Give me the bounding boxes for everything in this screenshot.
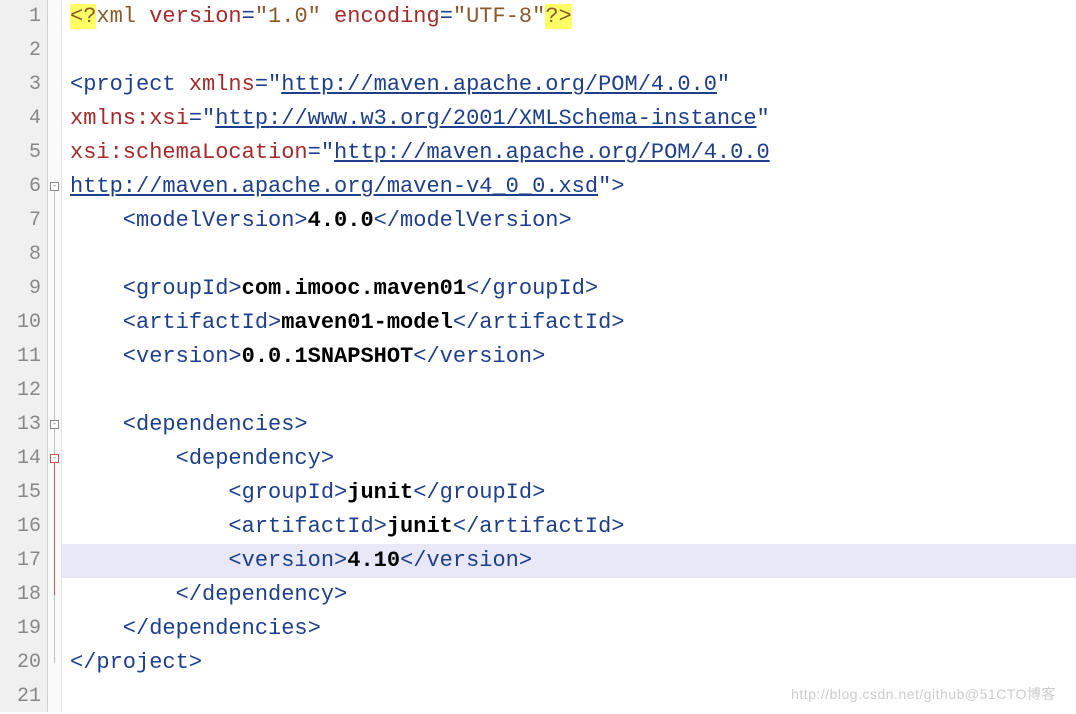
code-line[interactable]: <dependencies> (62, 408, 1076, 442)
code-line[interactable] (62, 34, 1076, 68)
url: http://maven.apache.org/POM/4.0.0 (281, 72, 717, 97)
code-editor[interactable]: 123456789101112131415161718192021 --- <?… (0, 0, 1076, 712)
line-number: 18 (0, 578, 41, 612)
line-number: 15 (0, 476, 41, 510)
code-area[interactable]: <?xml version="1.0" encoding="UTF-8"?> <… (62, 0, 1076, 712)
line-number: 7 (0, 204, 41, 238)
line-number: 16 (0, 510, 41, 544)
code-line[interactable]: xmlns:xsi="http://www.w3.org/2001/XMLSch… (62, 102, 1076, 136)
code-line[interactable]: <version>0.0.1SNAPSHOT</version> (62, 340, 1076, 374)
fold-column[interactable]: - - - (48, 0, 62, 712)
url: http://www.w3.org/2001/XMLSchema-instanc… (215, 106, 756, 131)
url: http://maven.apache.org/maven-v4_0_0.xsd (70, 174, 598, 199)
line-number: 9 (0, 272, 41, 306)
line-number: 1 (0, 0, 41, 34)
line-number: 21 (0, 680, 41, 714)
xml-decl-close: ?> (545, 4, 571, 29)
line-number: 2 (0, 34, 41, 68)
code-line[interactable]: <project xmlns="http://maven.apache.org/… (62, 68, 1076, 102)
attr: encoding (321, 4, 440, 29)
code-line[interactable]: </dependency> (62, 578, 1076, 612)
line-number: 4 (0, 102, 41, 136)
line-number: 20 (0, 646, 41, 680)
fold-toggle-icon[interactable]: - (50, 182, 59, 191)
code-line[interactable]: http://maven.apache.org/maven-v4_0_0.xsd… (62, 170, 1076, 204)
code-line[interactable]: <modelVersion>4.0.0</modelVersion> (62, 204, 1076, 238)
code-line[interactable]: </dependencies> (62, 612, 1076, 646)
code-line-current[interactable]: <version>4.10</version> (62, 544, 1076, 578)
code-line[interactable] (62, 238, 1076, 272)
line-number-gutter: 123456789101112131415161718192021 (0, 0, 48, 712)
line-number: 10 (0, 306, 41, 340)
code-line[interactable]: <artifactId>junit</artifactId> (62, 510, 1076, 544)
attr: version (149, 4, 241, 29)
xml-name: xml (96, 4, 149, 29)
line-number: 6 (0, 170, 41, 204)
line-number: 3 (0, 68, 41, 102)
line-number: 19 (0, 612, 41, 646)
xml-decl-open: <? (70, 4, 96, 29)
line-number: 14 (0, 442, 41, 476)
code-line[interactable]: <artifactId>maven01-model</artifactId> (62, 306, 1076, 340)
code-line[interactable]: <groupId>com.imooc.maven01</groupId> (62, 272, 1076, 306)
line-number: 12 (0, 374, 41, 408)
fold-toggle-icon[interactable]: - (50, 420, 59, 429)
line-number: 5 (0, 136, 41, 170)
line-number: 8 (0, 238, 41, 272)
watermark: http://blog.csdn.net/github@51CTO博客 (791, 684, 1056, 704)
code-line[interactable]: <groupId>junit</groupId> (62, 476, 1076, 510)
line-number: 13 (0, 408, 41, 442)
line-number: 17 (0, 544, 41, 578)
fold-toggle-icon[interactable]: - (50, 454, 59, 463)
line-number: 11 (0, 340, 41, 374)
code-line[interactable] (62, 374, 1076, 408)
code-line[interactable]: <?xml version="1.0" encoding="UTF-8"?> (62, 0, 1076, 34)
code-line[interactable]: xsi:schemaLocation="http://maven.apache.… (62, 136, 1076, 170)
code-line[interactable]: </project> (62, 646, 1076, 680)
code-line[interactable]: <dependency> (62, 442, 1076, 476)
url: http://maven.apache.org/POM/4.0.0 (334, 140, 770, 165)
